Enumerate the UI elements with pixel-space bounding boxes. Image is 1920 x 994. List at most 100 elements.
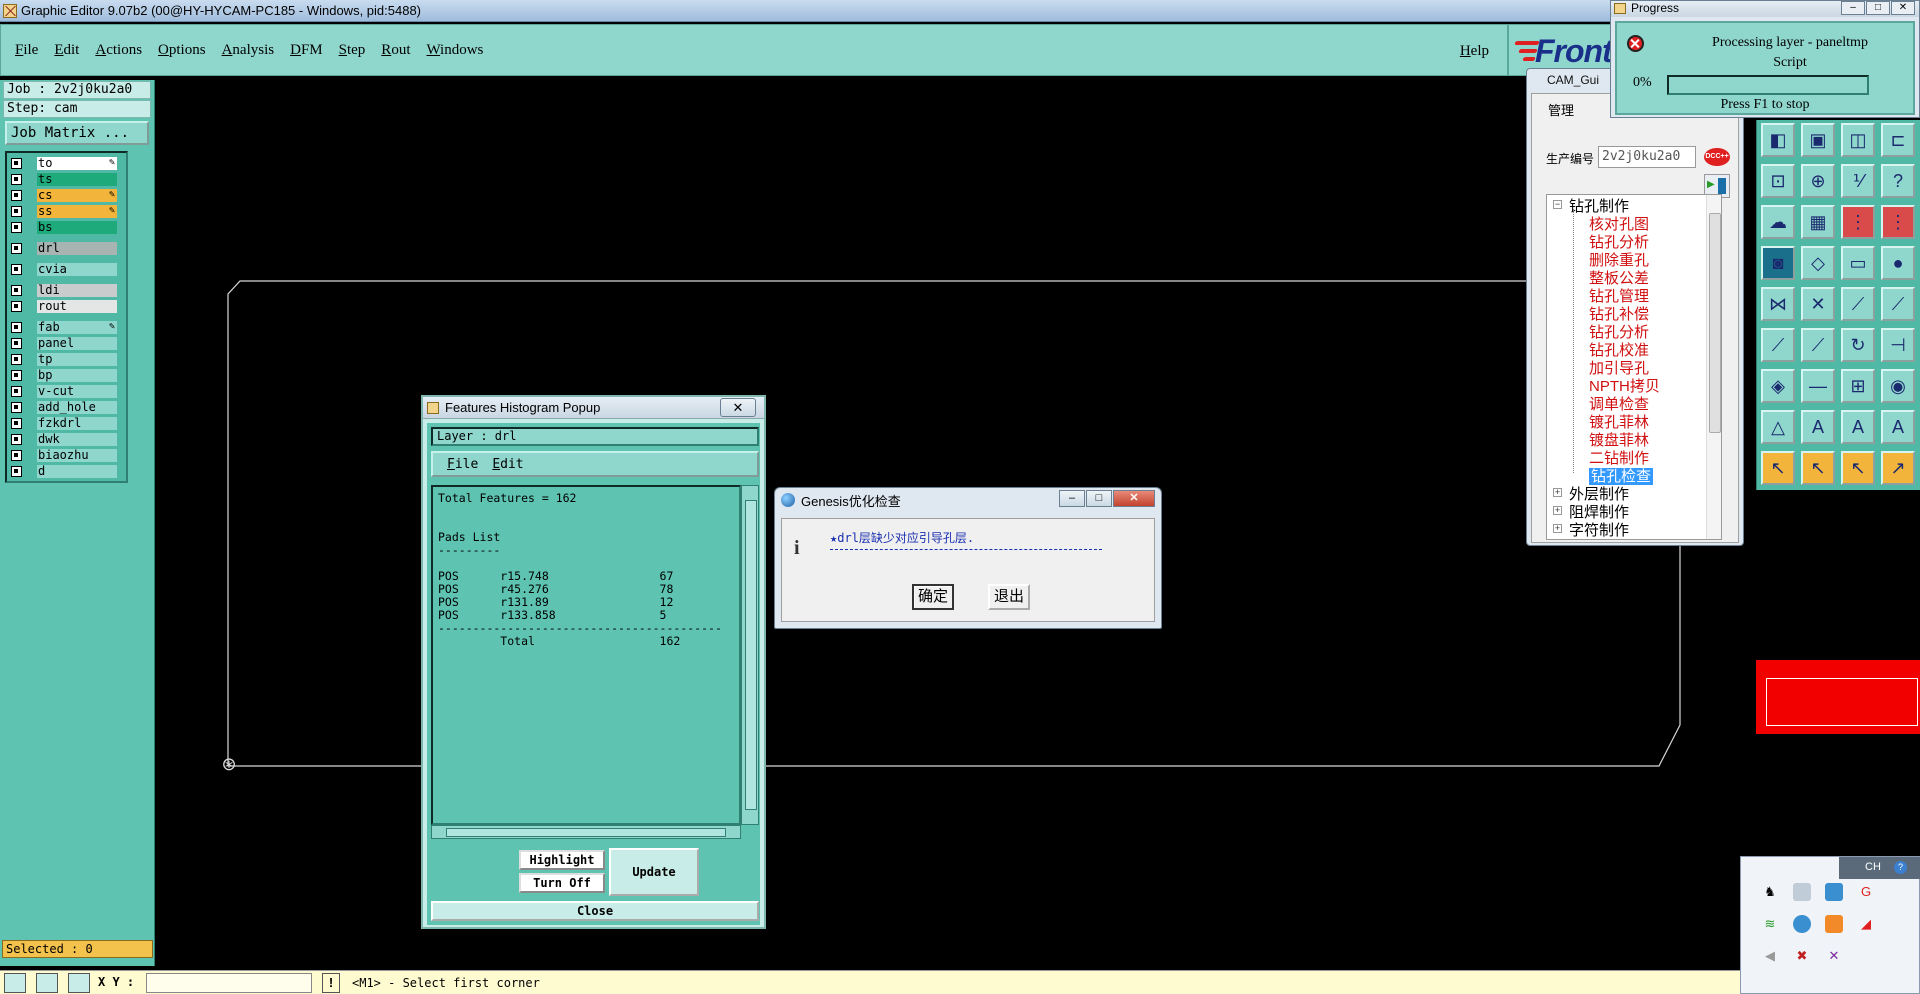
measure-icon[interactable]	[36, 973, 58, 993]
collapse-icon[interactable]: −	[1553, 200, 1562, 209]
xy-input[interactable]	[146, 973, 312, 993]
scroll-thumb[interactable]	[745, 500, 757, 810]
tab-manage[interactable]: 管理	[1548, 100, 1574, 119]
layer-row[interactable]: dwk	[7, 431, 126, 447]
expand-icon[interactable]: +	[1553, 524, 1562, 533]
menu-edit[interactable]: Edit	[54, 40, 79, 61]
layer-name[interactable]: cs ✎	[37, 188, 117, 202]
surface-icon[interactable]: ⊞	[1841, 369, 1875, 403]
progress-titlebar[interactable]: Progress – □ ✕	[1611, 1, 1919, 17]
cloud-icon[interactable]: ☁	[1761, 205, 1795, 239]
language-bar[interactable]: CH ?	[1839, 857, 1920, 879]
ruler-icon[interactable]: ▭	[1841, 246, 1875, 280]
grid-icon[interactable]	[68, 973, 90, 993]
expand-icon[interactable]: +	[1553, 506, 1562, 515]
histogram-report[interactable]: Total Features = 162 Pads List ---------…	[431, 485, 741, 825]
layer-row[interactable]: ts	[7, 171, 126, 187]
menu-windows[interactable]: Windows	[426, 40, 483, 61]
layer-row[interactable]: drl	[7, 240, 126, 256]
close-icon[interactable]: ✕	[1891, 1, 1915, 15]
warning-icon[interactable]: !	[322, 973, 340, 993]
layer-checkbox[interactable]	[11, 173, 22, 185]
layer-checkbox[interactable]	[11, 417, 22, 429]
layer-checkbox[interactable]	[11, 369, 22, 381]
layer-row[interactable]: fzkdrl	[7, 415, 126, 431]
layer-name[interactable]: d	[37, 464, 117, 478]
highlight-button[interactable]: Highlight	[519, 850, 605, 870]
layer-checkbox[interactable]	[11, 189, 22, 201]
scroll-thumb[interactable]	[1709, 213, 1721, 433]
minimize-icon[interactable]: –	[1841, 1, 1865, 15]
layer-name[interactable]: ldi	[37, 283, 117, 297]
expand-icon[interactable]: +	[1553, 488, 1562, 497]
tray-app-icon[interactable]: ◢	[1857, 915, 1875, 933]
close-icon[interactable]: ✕	[720, 398, 756, 417]
layer-row[interactable]: ldi	[7, 282, 126, 298]
compare-icon[interactable]: ◫	[1841, 123, 1875, 157]
pan-icon[interactable]: ⊕	[1801, 164, 1835, 198]
frame-icon[interactable]: ◙	[1761, 246, 1795, 280]
tray-app-icon[interactable]: ♞	[1761, 883, 1779, 901]
dcc-icon[interactable]: DCC++	[1704, 148, 1730, 166]
select-icon[interactable]: ↖	[1801, 451, 1835, 485]
layer-row[interactable]: bs	[7, 219, 126, 235]
layer-row[interactable]: d	[7, 463, 126, 479]
layer-row[interactable]: add_hole	[7, 399, 126, 415]
layer-name[interactable]: bp	[37, 368, 117, 382]
histogram-menu-file[interactable]: File	[447, 457, 478, 472]
quit-button[interactable]: 退出	[988, 584, 1031, 610]
job-matrix-button[interactable]: Job Matrix ...	[5, 121, 149, 145]
line-icon[interactable]: ⟋	[1881, 287, 1915, 321]
zoom-fit-icon[interactable]	[4, 973, 26, 993]
shape-icon[interactable]: ◇	[1801, 246, 1835, 280]
layer-row[interactable]: tp	[7, 351, 126, 367]
minimize-icon[interactable]: –	[1059, 490, 1085, 507]
layer-name[interactable]: drl	[37, 241, 117, 255]
menu-analysis[interactable]: Analysis	[222, 40, 275, 61]
layer-row[interactable]: bp	[7, 367, 126, 383]
ok-button[interactable]: 确定	[912, 584, 955, 610]
dialog-titlebar[interactable]: Genesis优化检查 – □ ✕	[775, 488, 1161, 512]
window-titlebar[interactable]: Graphic Editor 9.07b2 (00@HY-HYCAM-PC185…	[0, 0, 1610, 22]
connect-icon[interactable]: ⋈	[1761, 287, 1795, 321]
select-icon[interactable]: ↖	[1841, 451, 1875, 485]
update-button[interactable]: Update	[609, 848, 699, 896]
layer-checkbox[interactable]	[11, 205, 22, 217]
speaker-icon[interactable]: ◀	[1761, 947, 1779, 965]
layer-name[interactable]: tp	[37, 352, 117, 366]
measure-icon[interactable]: ⋮	[1841, 205, 1875, 239]
menu-step[interactable]: Step	[339, 40, 366, 61]
layer-checkbox[interactable]	[11, 465, 22, 477]
help-icon[interactable]: ?	[1881, 164, 1915, 198]
close-button[interactable]: Close	[431, 901, 759, 921]
menu-actions[interactable]: Actions	[95, 40, 142, 61]
layer-row[interactable]: fab ✎	[7, 319, 126, 335]
line-icon[interactable]: ⟋	[1801, 328, 1835, 362]
layer-row[interactable]: to ✎	[7, 155, 126, 171]
pad-add-icon[interactable]: ◈	[1761, 369, 1795, 403]
histogram-menu-edit[interactable]: Edit	[492, 457, 523, 472]
layer-checkbox[interactable]	[11, 221, 22, 233]
layer-row[interactable]: cvia	[7, 261, 126, 277]
pattern-icon[interactable]: ◉	[1881, 369, 1915, 403]
grid-icon[interactable]: ▦	[1801, 205, 1835, 239]
histogram-vscrollbar[interactable]	[741, 485, 759, 825]
layer-name[interactable]: v-cut	[37, 384, 117, 398]
menu-file[interactable]: File	[15, 40, 38, 61]
layer-checkbox[interactable]	[11, 300, 22, 312]
text-icon[interactable]: A	[1801, 410, 1835, 444]
fit-icon[interactable]: ⊡	[1761, 164, 1795, 198]
tray-app-icon[interactable]	[1793, 883, 1811, 901]
layer-name[interactable]: add_hole	[37, 400, 117, 414]
layer-checkbox[interactable]	[11, 337, 22, 349]
layer-name[interactable]: fzkdrl	[37, 416, 117, 430]
line-icon[interactable]: ⟋	[1761, 328, 1795, 362]
layer-checkbox[interactable]	[11, 263, 22, 275]
layer-name[interactable]: dwk	[37, 432, 117, 446]
layer-checkbox[interactable]	[11, 353, 22, 365]
layer-row[interactable]: panel	[7, 335, 126, 351]
layer-row[interactable]: biaozhu	[7, 447, 126, 463]
menu-dfm[interactable]: DFM	[290, 40, 323, 61]
tree-scrollbar[interactable]	[1706, 195, 1721, 539]
layer-checkbox[interactable]	[11, 401, 22, 413]
